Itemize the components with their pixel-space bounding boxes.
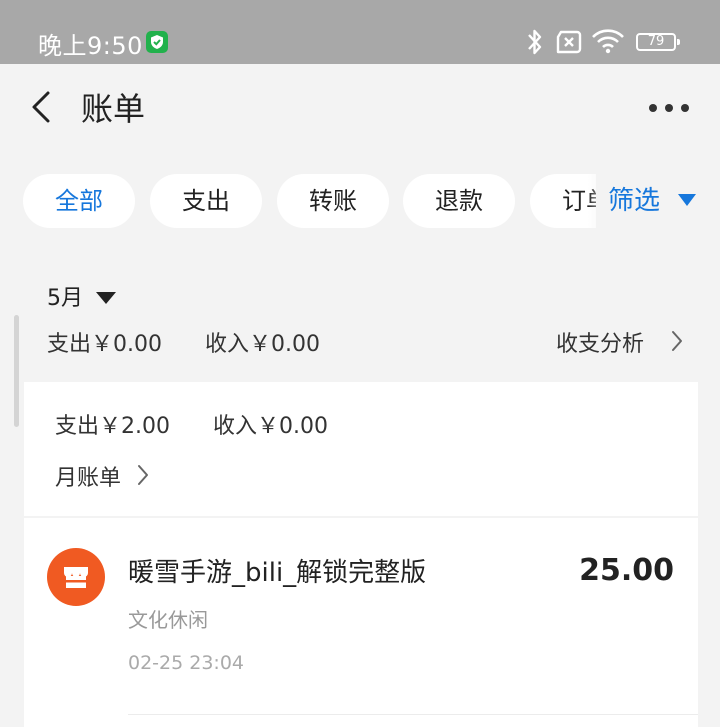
- store-icon: [47, 548, 105, 606]
- tab-all[interactable]: 全部: [23, 174, 135, 228]
- card-expense: 支出￥2.00: [55, 414, 170, 439]
- filter-button[interactable]: 筛选: [596, 174, 720, 228]
- monthly-bill-link[interactable]: 月账单: [55, 460, 121, 492]
- month-label: 5月: [47, 286, 83, 311]
- battery-icon: 79: [636, 33, 680, 51]
- transaction-item[interactable]: 暖雪手游_bili_解锁完整版 25.00 文化休闲 02-25 23:04: [24, 518, 698, 727]
- shield-icon: [146, 31, 168, 53]
- chevron-right-icon: [672, 331, 682, 351]
- no-sim-icon: [556, 30, 582, 54]
- category-tabs: 全部 支出 转账 退款 订单 筛选: [0, 174, 720, 228]
- more-dots-icon: [649, 104, 657, 112]
- more-dot: [681, 104, 689, 112]
- month-expense: 支出￥0.00: [47, 332, 162, 357]
- status-bar: 晚上9:50 79: [0, 0, 720, 64]
- transaction-category: 文化休闲: [128, 608, 208, 632]
- wifi-icon: [592, 29, 624, 54]
- filter-label: 筛选: [608, 186, 661, 216]
- month-selector[interactable]: 5月: [47, 280, 116, 312]
- nav-bar: 账单: [0, 64, 720, 150]
- analysis-link[interactable]: 收支分析: [556, 326, 644, 358]
- transaction-title: 暖雪手游_bili_解锁完整版: [128, 558, 427, 588]
- back-button[interactable]: [26, 87, 56, 127]
- summary-card: 支出￥2.00 收入￥0.00 月账单: [24, 382, 698, 516]
- card-income: 收入￥0.00: [213, 414, 328, 439]
- bluetooth-icon: [528, 29, 542, 55]
- transaction-time: 02-25 23:04: [128, 652, 245, 674]
- month-income: 收入￥0.00: [205, 332, 320, 357]
- divider: [128, 714, 698, 715]
- triangle-down-icon: [678, 194, 696, 206]
- transaction-amount: 25.00: [579, 553, 674, 588]
- tab-refund[interactable]: 退款: [403, 174, 515, 228]
- more-dot: [665, 104, 673, 112]
- month-dropdown-icon: [96, 292, 116, 304]
- status-time: 晚上9:50: [38, 32, 143, 60]
- back-arrow-icon: [32, 91, 50, 123]
- tab-transfer[interactable]: 转账: [277, 174, 389, 228]
- tab-expense[interactable]: 支出: [150, 174, 262, 228]
- more-button[interactable]: [646, 97, 692, 117]
- page-title: 账单: [81, 90, 146, 128]
- chevron-right-icon: [138, 465, 148, 485]
- scroll-indicator[interactable]: [14, 315, 19, 427]
